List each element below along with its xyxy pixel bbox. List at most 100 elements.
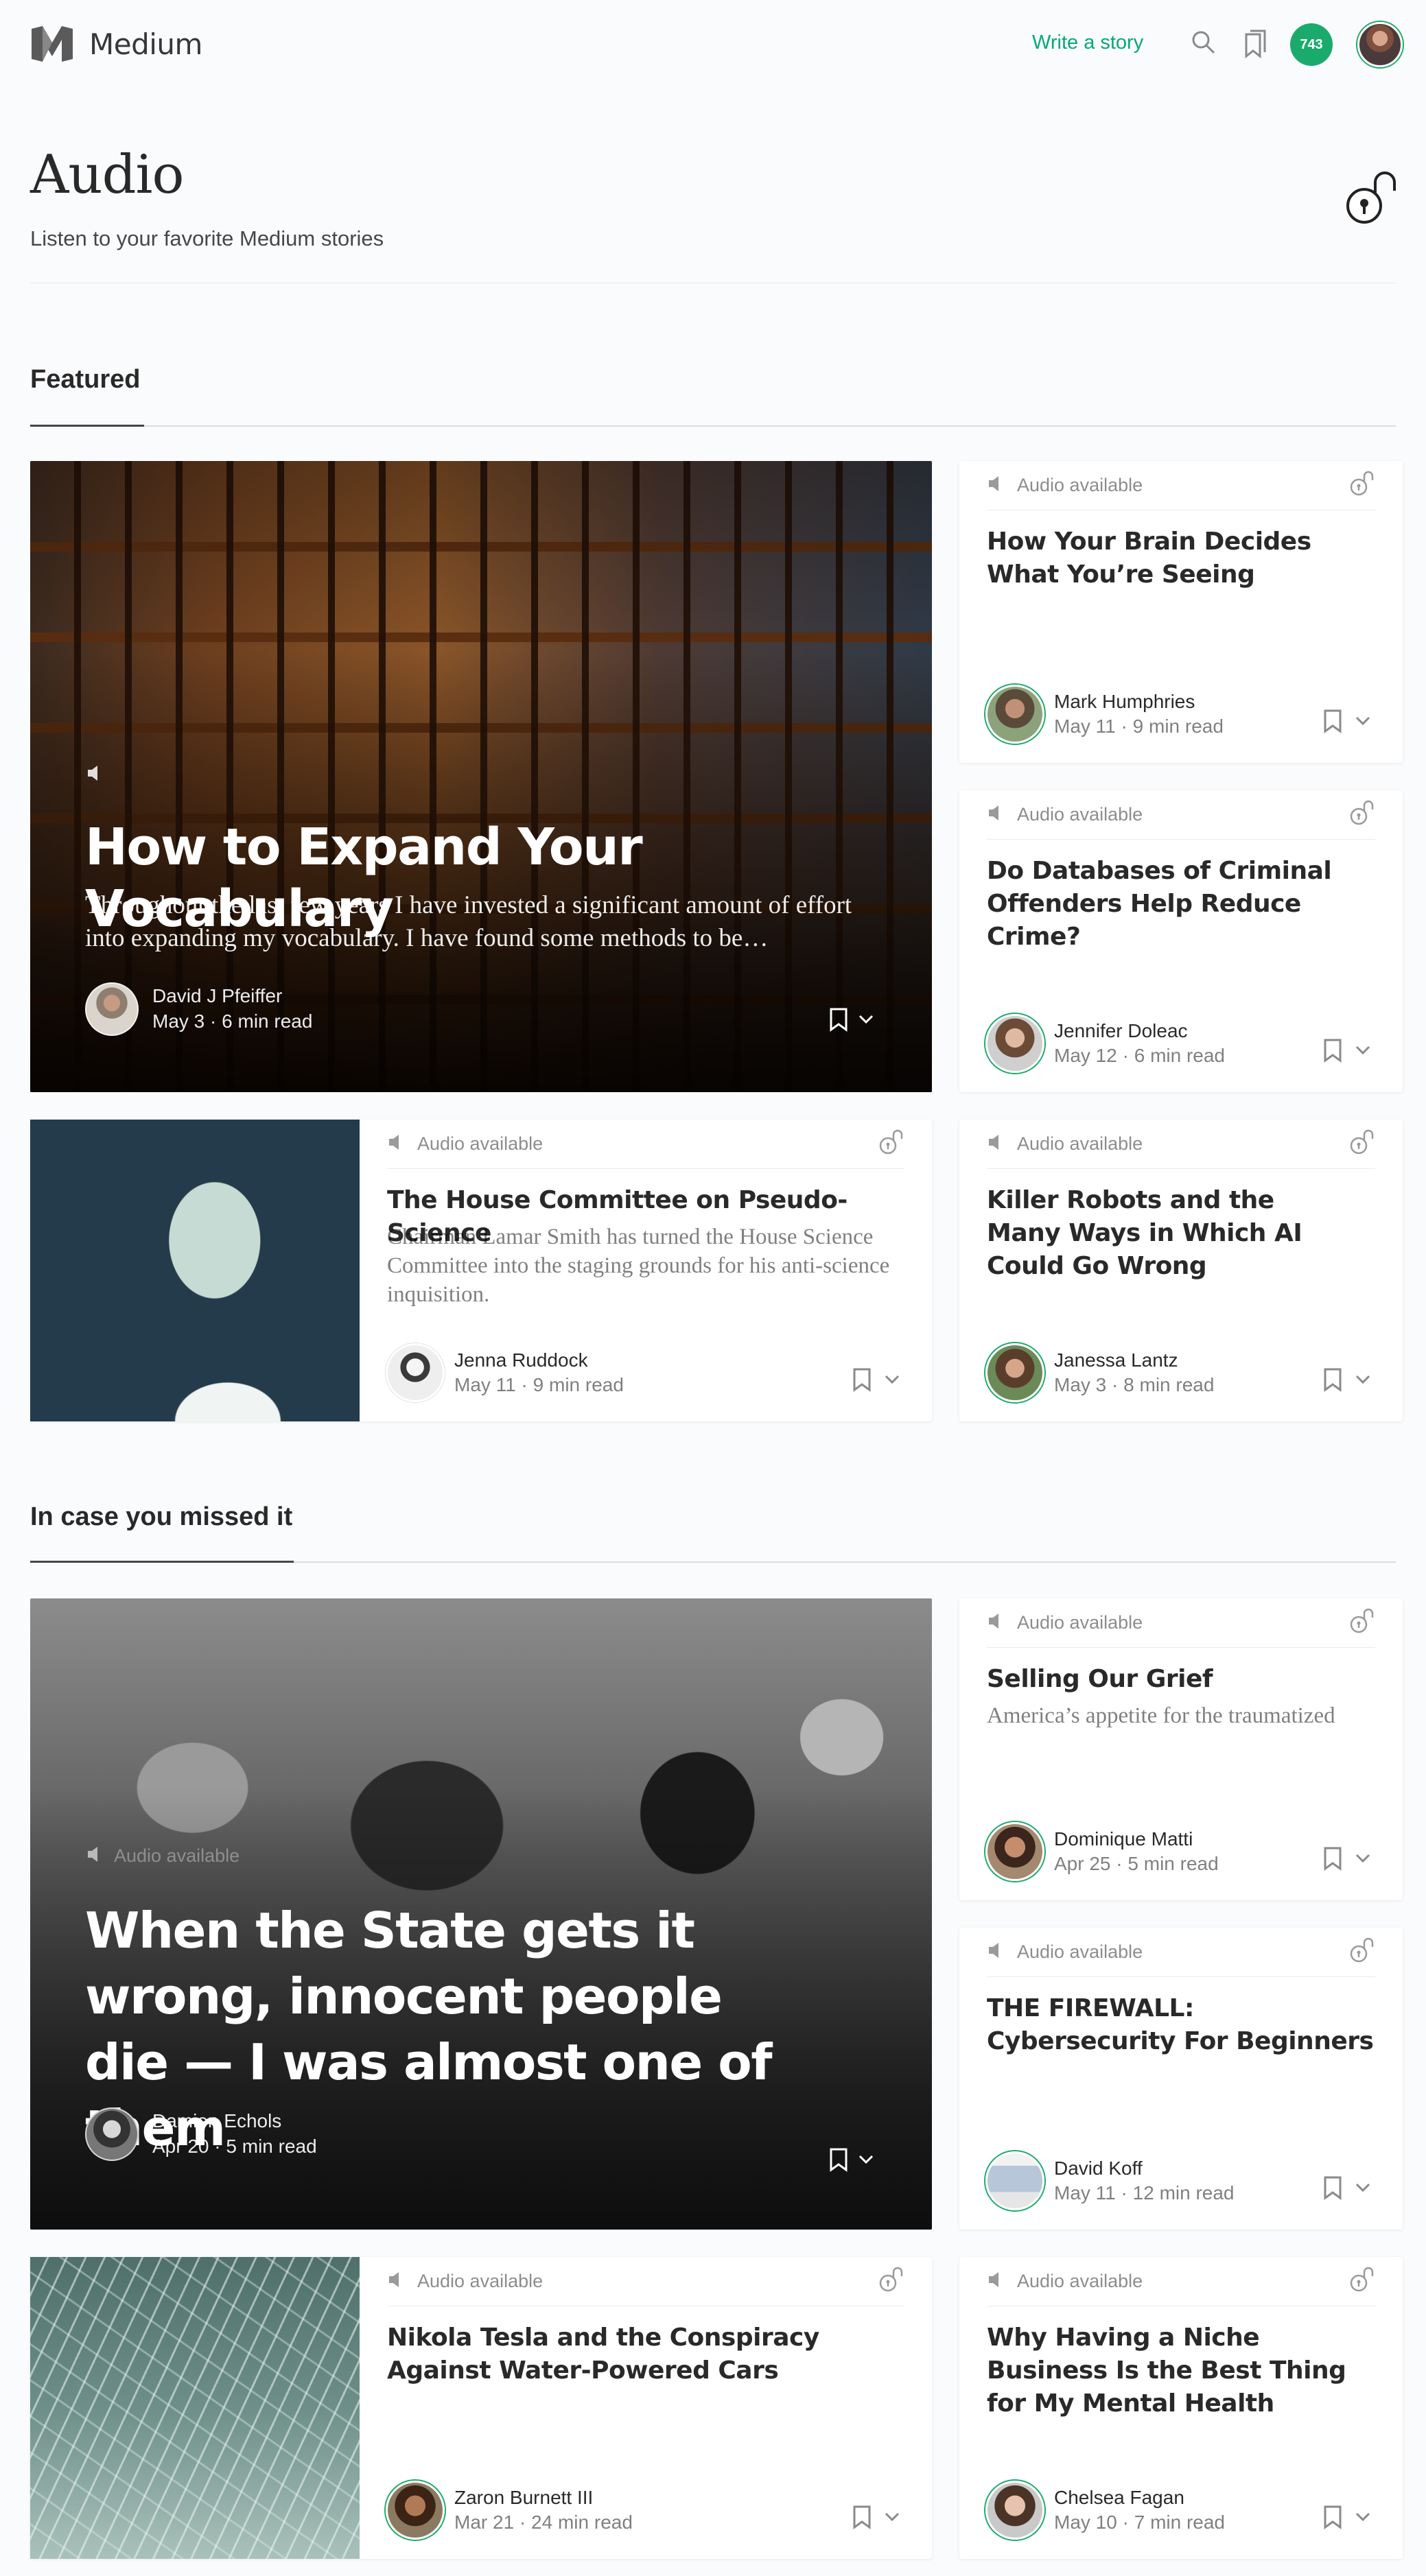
missed-hero-card[interactable]: Audio available When the State gets it w… xyxy=(30,1598,932,2230)
bookmarks-icon[interactable] xyxy=(1242,29,1270,62)
story-title[interactable]: How Your Brain Decides What You’re Seein… xyxy=(987,525,1375,591)
bookmark-icon[interactable] xyxy=(1323,709,1342,737)
chevron-down-icon[interactable] xyxy=(884,2512,900,2526)
audio-available-label: Audio available xyxy=(114,1845,240,1866)
hero-author[interactable]: Damien Echols Apr 20 · 5 min read xyxy=(85,2107,317,2161)
story-title[interactable]: Selling Our Grief xyxy=(987,1663,1375,1696)
bookmark-icon[interactable] xyxy=(829,2147,848,2175)
section-divider xyxy=(30,1561,1396,1563)
post-meta: May 10 · 7 min read xyxy=(1054,2512,1226,2533)
hero-author[interactable]: David J Pfeiffer May 3 · 6 min read xyxy=(85,982,312,1036)
audio-available-label: Audio available xyxy=(1017,804,1143,825)
author-avatar[interactable] xyxy=(985,2151,1044,2210)
author-avatar[interactable] xyxy=(85,2107,139,2161)
speaker-icon xyxy=(387,2270,408,2293)
author-avatar[interactable] xyxy=(386,1343,445,1402)
post-meta: Apr 20 · 5 min read xyxy=(152,2136,317,2157)
author-avatar[interactable] xyxy=(85,982,139,1036)
author-avatar[interactable] xyxy=(985,1014,1044,1073)
author-name[interactable]: David J Pfeiffer xyxy=(152,984,312,1008)
post-meta: May 11 · 12 min read xyxy=(1054,2182,1235,2203)
chevron-down-icon[interactable] xyxy=(884,1374,900,1389)
bookmark-icon[interactable] xyxy=(829,1007,848,1035)
unlock-icon xyxy=(1346,1607,1375,1639)
chevron-down-icon[interactable] xyxy=(858,2154,874,2169)
section-heading-featured: Featured xyxy=(30,365,141,394)
author-avatar[interactable] xyxy=(386,2481,445,2540)
author-avatar[interactable] xyxy=(985,1343,1044,1402)
bookmark-icon[interactable] xyxy=(852,2505,872,2533)
top-bar: Medium Write a story 743 xyxy=(0,0,1426,89)
notifications-badge[interactable]: 743 xyxy=(1290,23,1333,66)
featured-hero-card[interactable]: How to Expand Your Vocabulary Throughout… xyxy=(30,461,932,1092)
bookmark-icon[interactable] xyxy=(1323,1846,1342,1874)
story-title[interactable]: Killer Robots and the Many Ways in Which… xyxy=(987,1184,1320,1283)
audio-available-label: Audio available xyxy=(1017,1612,1143,1633)
bookmark-icon[interactable] xyxy=(1323,2175,1342,2203)
author-name[interactable]: Zaron Burnett III xyxy=(454,2485,633,2510)
author-avatar[interactable] xyxy=(985,1822,1044,1881)
speaker-icon xyxy=(987,803,1007,826)
medium-logo[interactable]: Medium xyxy=(30,25,202,63)
brand-name: Medium xyxy=(89,27,202,61)
story-card[interactable]: Audio available Why Having a Niche Busin… xyxy=(959,2257,1403,2559)
write-story-link[interactable]: Write a story xyxy=(1032,32,1143,54)
audio-available-label: Audio available xyxy=(417,1133,543,1154)
chevron-down-icon[interactable] xyxy=(1355,2182,1371,2197)
tesla-lab-image xyxy=(30,2257,360,2559)
author-name[interactable]: Janessa Lantz xyxy=(1054,1348,1214,1373)
author-name[interactable]: David Koff xyxy=(1054,2156,1235,2181)
medium-logo-icon xyxy=(32,26,73,62)
section-divider xyxy=(30,425,1396,427)
bookmark-icon[interactable] xyxy=(1323,1367,1342,1395)
author-name[interactable]: Chelsea Fagan xyxy=(1054,2485,1225,2510)
story-title[interactable]: Why Having a Niche Business Is the Best … xyxy=(987,2321,1375,2420)
author-avatar[interactable] xyxy=(985,685,1044,744)
author-name[interactable]: Dominique Matti xyxy=(1054,1827,1219,1852)
page-title: Audio xyxy=(30,144,184,206)
story-card[interactable]: Audio available Do Databases of Criminal… xyxy=(959,790,1403,1092)
story-card[interactable]: Audio available How Your Brain Decides W… xyxy=(959,461,1403,763)
speaker-icon xyxy=(85,1844,106,1868)
chevron-down-icon[interactable] xyxy=(1355,1045,1371,1059)
search-icon[interactable] xyxy=(1190,29,1217,60)
post-meta: May 12 · 6 min read xyxy=(1054,1045,1226,1066)
unlock-icon xyxy=(1340,167,1397,233)
author-name[interactable]: Jennifer Doleac xyxy=(1054,1019,1225,1043)
speaker-icon xyxy=(387,1133,408,1155)
unlock-icon xyxy=(1346,1936,1375,1968)
author-avatar[interactable] xyxy=(985,2481,1044,2540)
post-meta: May 11 · 9 min read xyxy=(1054,716,1224,737)
portrait-image xyxy=(30,1120,360,1421)
chevron-down-icon[interactable] xyxy=(1355,2512,1371,2526)
speaker-icon xyxy=(987,474,1007,497)
story-title[interactable]: Nikola Tesla and the Conspiracy Against … xyxy=(387,2321,836,2387)
bookmark-icon[interactable] xyxy=(1323,2505,1342,2533)
story-title[interactable]: Do Databases of Criminal Offenders Help … xyxy=(987,855,1375,954)
post-meta: May 3 · 8 min read xyxy=(1054,1374,1215,1395)
story-card[interactable]: Audio available The House Committee on P… xyxy=(30,1120,932,1421)
story-card[interactable]: Audio available Killer Robots and the Ma… xyxy=(959,1120,1403,1421)
story-card[interactable]: Audio available THE FIREWALL: Cybersecur… xyxy=(959,1928,1403,2230)
story-title[interactable]: THE FIREWALL: Cybersecurity For Beginner… xyxy=(987,1992,1375,2058)
speaker-icon xyxy=(987,1941,1007,1963)
story-card[interactable]: Audio available Selling Our Grief Americ… xyxy=(959,1598,1403,1900)
user-avatar[interactable] xyxy=(1357,22,1403,67)
audio-available-label: Audio available xyxy=(1017,1941,1143,1962)
bookmark-icon[interactable] xyxy=(1323,1038,1342,1066)
author-name[interactable]: Mark Humphries xyxy=(1054,689,1224,714)
chevron-down-icon[interactable] xyxy=(858,1014,874,1028)
chevron-down-icon[interactable] xyxy=(1355,1853,1371,1867)
speaker-icon xyxy=(987,1611,1007,1634)
unlock-icon xyxy=(1346,1128,1375,1160)
chevron-down-icon[interactable] xyxy=(1355,716,1371,730)
section-heading-missed: In case you missed it xyxy=(30,1502,293,1531)
bookmark-icon[interactable] xyxy=(852,1367,872,1395)
audio-available-label: Audio available xyxy=(1017,2271,1143,2291)
story-card[interactable]: Audio available Nikola Tesla and the Con… xyxy=(30,2257,932,2559)
author-name[interactable]: Damien Echols xyxy=(152,2109,317,2134)
chevron-down-icon[interactable] xyxy=(1355,1374,1371,1389)
unlock-icon xyxy=(876,2265,904,2297)
author-name[interactable]: Jenna Ruddock xyxy=(454,1348,624,1373)
post-meta: Mar 21 · 24 min read xyxy=(454,2512,633,2533)
